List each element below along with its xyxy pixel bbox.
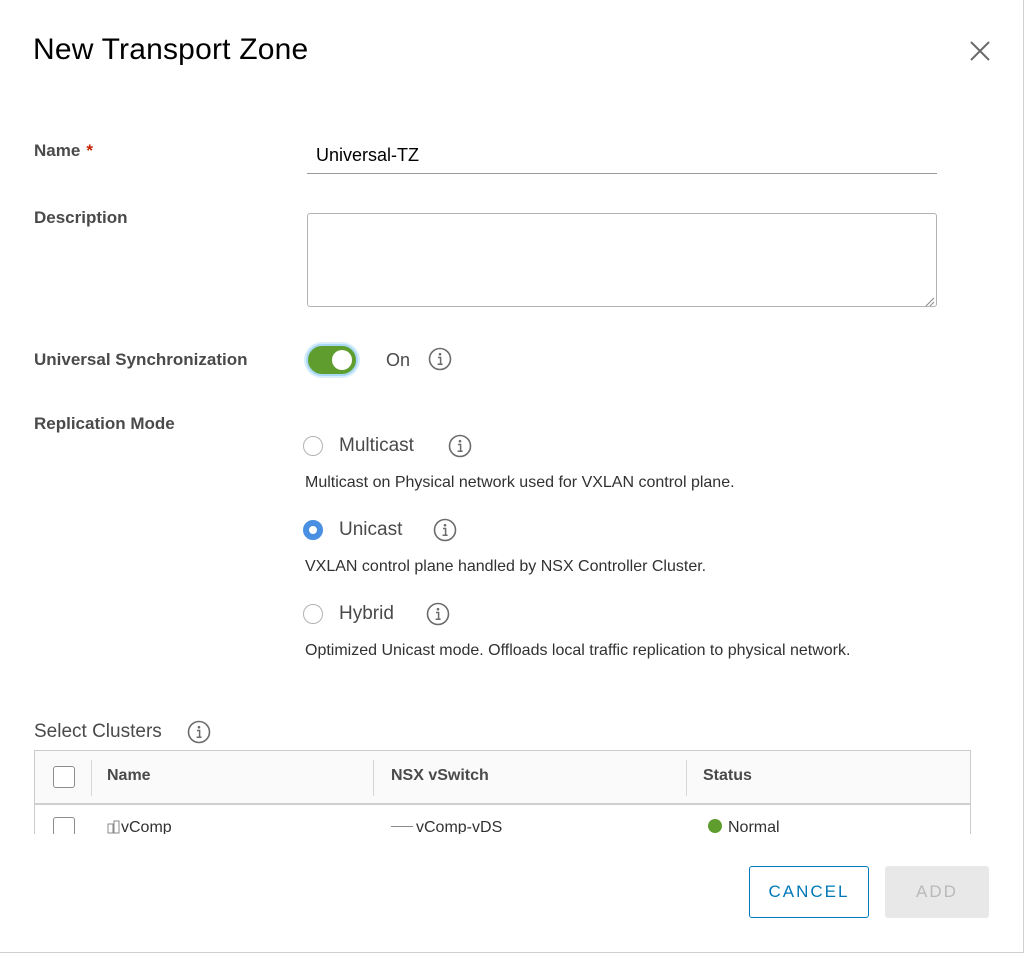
description-label: Description <box>34 208 128 227</box>
info-icon[interactable] <box>433 518 457 542</box>
replication-mode-label: Replication Mode <box>34 414 175 433</box>
status-text: Normal <box>728 819 780 834</box>
column-header-nsx-vswitch[interactable]: NSX vSwitch <box>391 767 489 785</box>
datagrid-header: Name NSX vSwitch Status <box>35 751 970 805</box>
radio-multicast[interactable] <box>303 436 323 456</box>
radio-unicast[interactable] <box>303 520 323 540</box>
universal-sync-toggle[interactable] <box>306 344 358 376</box>
cluster-name: vComp <box>121 819 172 834</box>
dialog-footer <box>0 834 1023 952</box>
info-icon[interactable] <box>426 602 450 626</box>
add-button: ADD <box>885 866 989 918</box>
cancel-button[interactable]: CANCEL <box>749 866 869 918</box>
radio-unicast-label: Unicast <box>339 519 403 540</box>
resize-grip-icon[interactable] <box>924 294 935 307</box>
row-checkbox[interactable] <box>53 817 75 834</box>
description-textarea[interactable] <box>307 213 937 307</box>
name-label-text: Name <box>34 141 81 160</box>
name-label: Name * <box>34 141 93 161</box>
close-icon[interactable] <box>966 37 994 65</box>
hybrid-help-text: Optimized Unicast mode. Offloads local t… <box>305 642 851 659</box>
toggle-knob <box>332 350 352 370</box>
cluster-icon <box>107 820 121 834</box>
new-transport-zone-dialog: New Transport Zone Name * Description Uni… <box>0 0 1024 953</box>
select-all-checkbox[interactable] <box>53 766 75 788</box>
info-icon[interactable] <box>187 720 211 744</box>
info-icon[interactable] <box>428 347 452 371</box>
vswitch-cell: vComp-vDS <box>391 819 502 834</box>
info-icon[interactable] <box>448 434 472 458</box>
name-input[interactable] <box>307 138 937 174</box>
vswitch-icon <box>391 826 413 827</box>
column-header-name[interactable]: Name <box>107 767 151 785</box>
radio-hybrid-label: Hybrid <box>339 603 394 624</box>
column-separator <box>686 760 687 796</box>
radio-multicast-label: Multicast <box>339 435 414 456</box>
clusters-datagrid: Name NSX vSwitch Status vComp vComp-vDS … <box>34 750 971 834</box>
universal-sync-label: Universal Synchronization <box>34 350 248 369</box>
column-separator <box>373 760 374 796</box>
select-clusters-label: Select Clusters <box>34 721 162 742</box>
radio-hybrid[interactable] <box>303 604 323 624</box>
universal-sync-state: On <box>386 350 411 370</box>
unicast-help-text: VXLAN control plane handled by NSX Contr… <box>305 558 707 575</box>
dialog-title: New Transport Zone <box>33 33 309 66</box>
status-normal-icon <box>708 819 722 833</box>
table-row[interactable]: vComp vComp-vDS Normal <box>35 807 970 834</box>
vswitch-name: vComp-vDS <box>416 819 503 834</box>
column-header-status[interactable]: Status <box>703 767 752 785</box>
cluster-name-cell: vComp <box>107 819 172 834</box>
status-cell: Normal <box>708 819 780 834</box>
multicast-help-text: Multicast on Physical network used for V… <box>305 474 735 491</box>
required-marker: * <box>86 141 93 160</box>
column-separator <box>91 760 92 796</box>
